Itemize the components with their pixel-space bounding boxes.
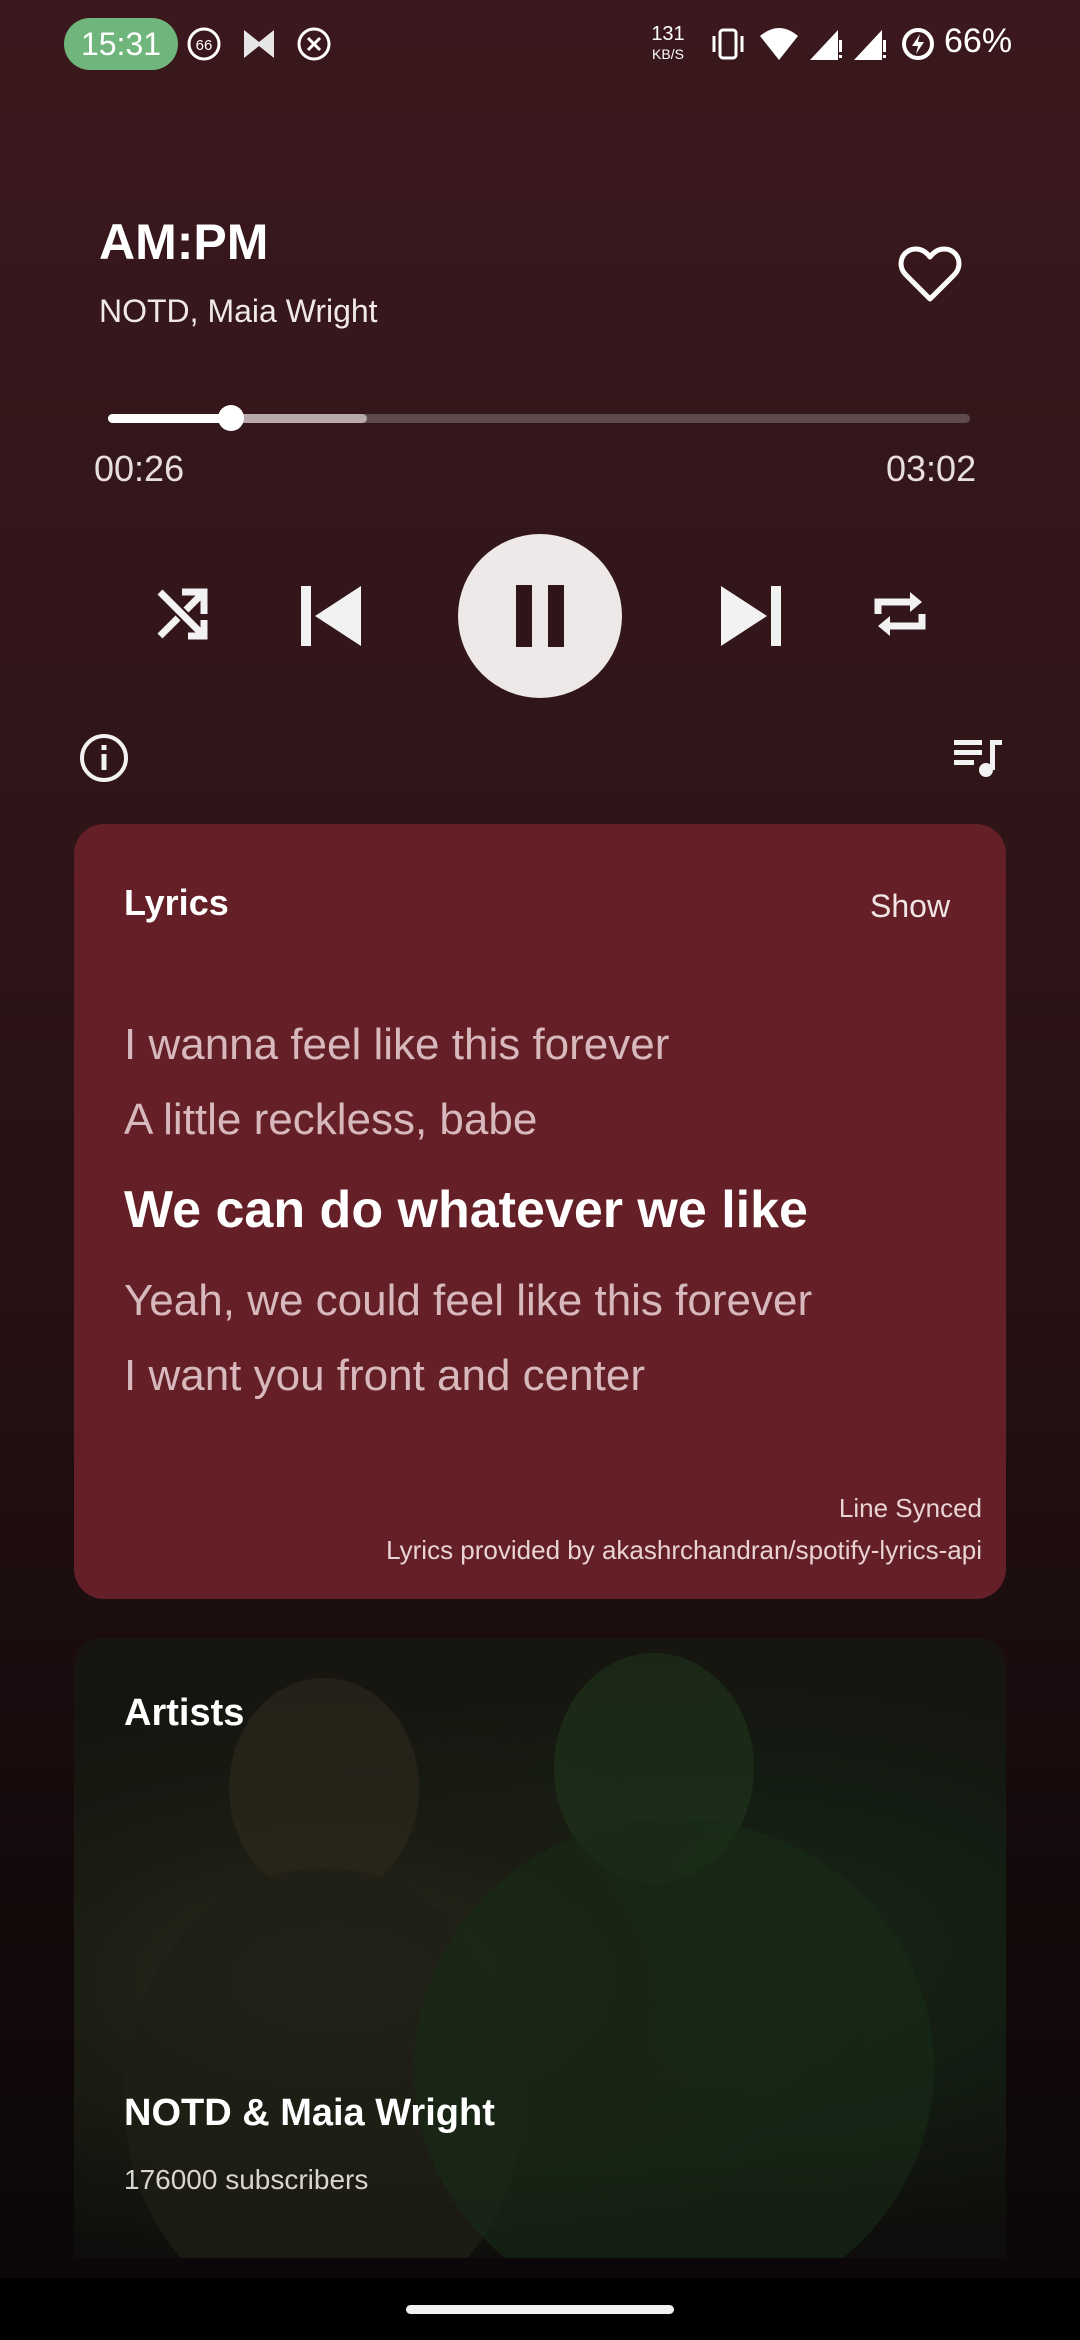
pause-button[interactable] [458,534,622,698]
speed-value: 131 [651,23,685,45]
lyrics-provider: Lyrics provided by akashrchandran/spotif… [386,1535,982,1565]
lyric-line[interactable]: Yeah, we could feel like this forever [124,1276,812,1326]
svg-text:66: 66 [196,37,213,54]
previous-button[interactable] [290,580,370,652]
lyrics-sync-type: Line Synced [838,1493,982,1523]
skip-next-icon [721,586,781,646]
seek-progress [108,414,232,423]
total-time: 03:02 [886,448,977,489]
like-button[interactable] [898,245,962,305]
queue-music-icon [954,740,1002,777]
lyric-line[interactable]: A little reckless, babe [124,1095,537,1145]
repeat-icon [874,592,926,636]
lyric-line-active[interactable]: We can do whatever we like [124,1180,808,1240]
heart-outline-icon [898,246,962,302]
song-artist[interactable]: NOTD, Maia Wright [99,293,378,330]
speed-unit: KB/S [652,46,684,62]
shuffle-icon [157,588,208,640]
vibrate-icon [708,24,748,64]
battery-percent: 66% [944,22,1013,60]
wifi-icon [758,24,800,64]
seek-thumb[interactable] [218,405,245,431]
signal-icon [808,24,844,64]
battery-saver-icon [900,26,936,62]
current-time: 00:26 [94,448,185,489]
shuffle-button[interactable] [144,576,220,652]
status-time: 15:31 [64,18,178,70]
lyric-line[interactable]: I want you front and center [124,1351,645,1401]
signal-icon-2 [852,24,888,64]
badge-66-icon: 66 [186,26,222,62]
queue-button[interactable] [950,734,1006,782]
butterfly-icon [242,28,276,60]
artist-subscribers: 176000 subscribers [124,2164,369,2195]
artist-name[interactable]: NOTD & Maia Wright [124,2092,495,2135]
lyric-line[interactable]: I wanna feel like this forever [124,1020,669,1070]
artists-title: Artists [124,1692,245,1734]
pause-icon [516,585,564,647]
info-icon [80,734,128,782]
lyrics-show-button[interactable]: Show [870,888,950,925]
info-button[interactable] [76,730,132,786]
network-speed: 131 KB/S [648,24,688,64]
x-circle-icon [296,26,332,62]
lyrics-title: Lyrics [124,882,229,923]
song-title: AM:PM [99,214,269,270]
repeat-button[interactable] [862,576,938,652]
home-gesture-handle[interactable] [406,2305,674,2314]
next-button[interactable] [712,580,792,652]
skip-previous-icon [301,586,361,646]
